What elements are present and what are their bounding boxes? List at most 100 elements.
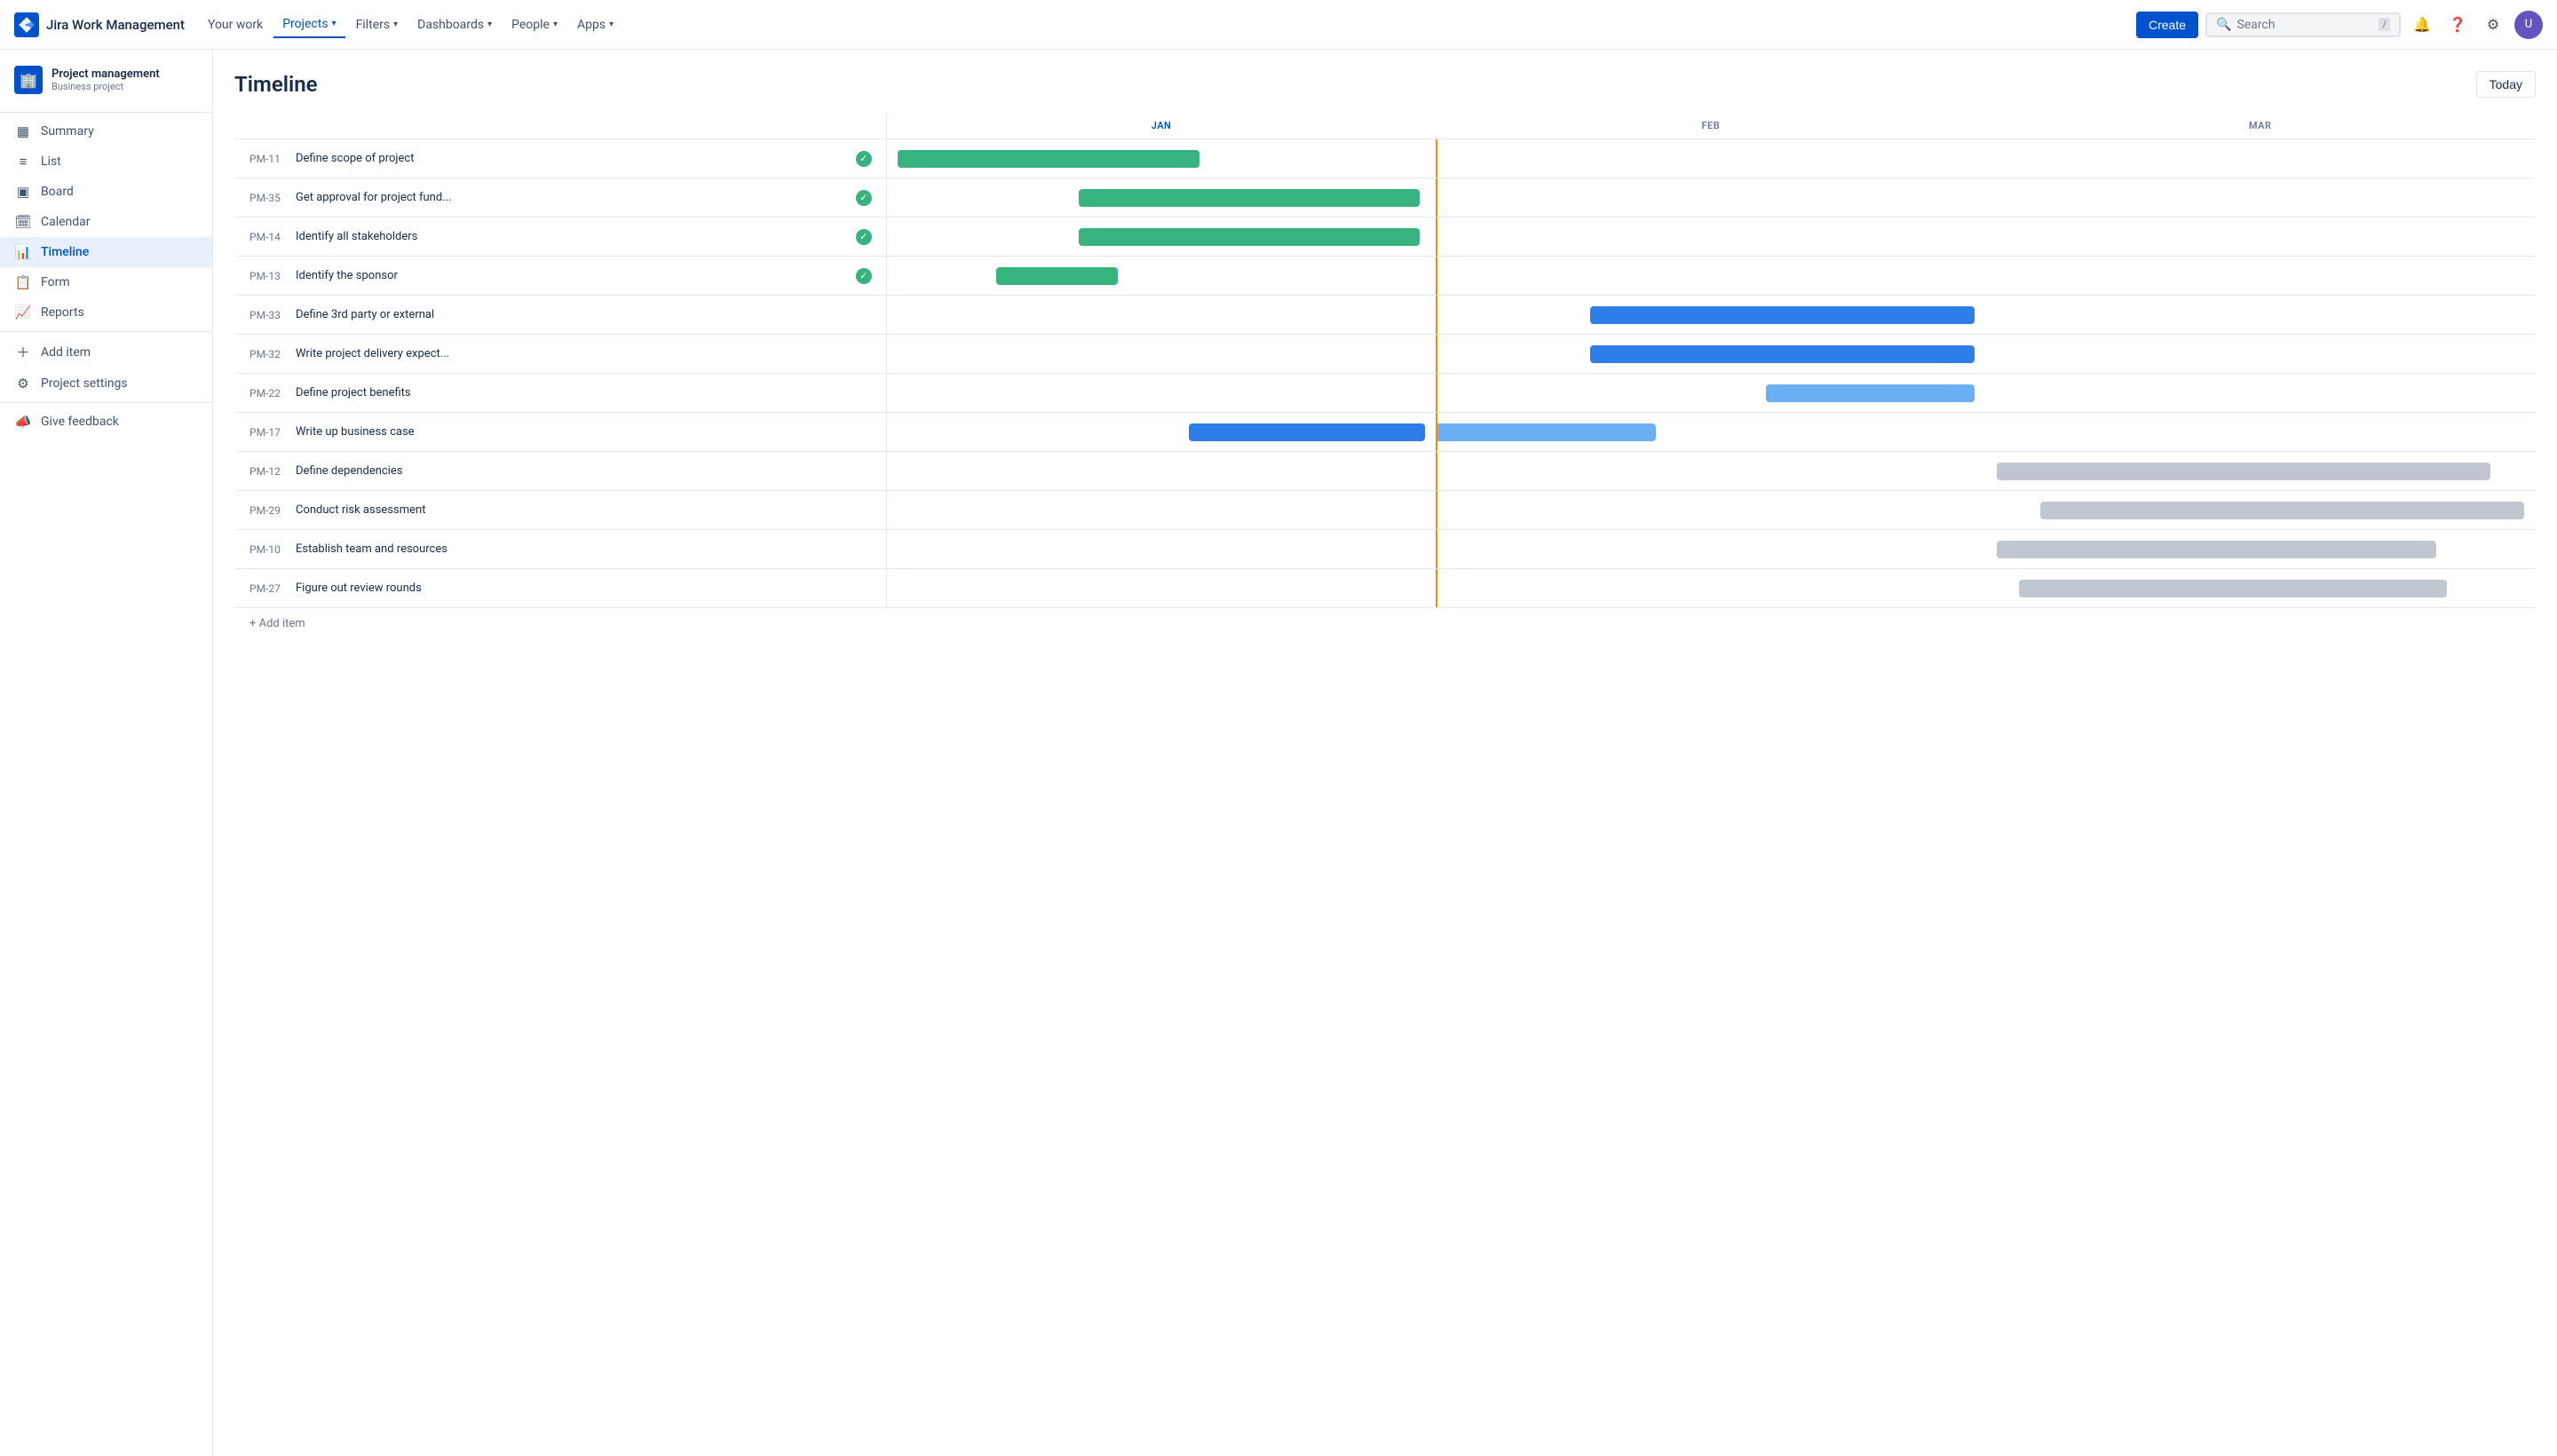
logo[interactable]: Jira Work Management — [14, 12, 185, 37]
layout: 🏢 Project management Business project ▦ … — [0, 50, 2557, 1456]
col-mar: MAR — [1985, 113, 2535, 139]
table-row[interactable]: PM-13Identify the sponsor✓ — [235, 257, 2536, 296]
task-cell: PM-35Get approval for project fund...✓ — [235, 178, 887, 218]
nav-apps[interactable]: Apps ▾ — [568, 12, 622, 37]
gantt-cell-jan — [886, 296, 1436, 335]
gantt-cell-feb — [1436, 218, 1985, 257]
task-id: PM-32 — [249, 348, 289, 360]
gantt-cell-feb — [1436, 178, 1985, 218]
gantt-bar[interactable] — [1766, 384, 1975, 402]
list-icon: ≡ — [14, 154, 32, 170]
sidebar-item-label: Give feedback — [41, 415, 119, 429]
sidebar-project: 🏢 Project management Business project — [0, 57, 212, 108]
notifications-button[interactable]: 🔔 — [2408, 11, 2436, 39]
today-line — [1436, 374, 1437, 412]
calendar-icon: 🗓 — [14, 214, 32, 230]
table-row[interactable]: PM-11Define scope of project✓ — [235, 139, 2536, 178]
gantt-cell-feb — [1436, 452, 1985, 491]
sidebar-item-timeline[interactable]: 📊 Timeline — [0, 237, 212, 267]
sidebar-divider-3 — [0, 402, 212, 403]
sidebar-item-list[interactable]: ≡ List — [0, 146, 212, 177]
gantt-bar[interactable] — [1997, 463, 2491, 480]
task-cell: PM-11Define scope of project✓ — [235, 139, 887, 178]
gantt-bar[interactable] — [2019, 580, 2448, 597]
sidebar-item-calendar[interactable]: 🗓 Calendar — [0, 207, 212, 237]
table-row[interactable]: PM-17 Write up business case — [235, 413, 2536, 452]
table-row[interactable]: PM-14Identify all stakeholders✓ — [235, 218, 2536, 257]
today-line — [1436, 257, 1437, 295]
gantt-bar[interactable] — [1997, 541, 2436, 558]
today-line — [1436, 491, 1437, 529]
gantt-bar[interactable] — [898, 150, 1199, 168]
table-row[interactable]: PM-27Figure out review rounds — [235, 569, 2536, 608]
table-row[interactable]: PM-29 Conduct risk assessment — [235, 491, 2536, 530]
sidebar-item-project-settings[interactable]: ⚙ Project settings — [0, 368, 212, 399]
nav-your-work[interactable]: Your work — [199, 12, 272, 37]
project-type: Business project — [51, 81, 160, 92]
table-row[interactable]: PM-33Define 3rd party or external — [235, 296, 2536, 335]
table-row[interactable]: PM-22Define project benefits — [235, 374, 2536, 413]
dashboards-chevron-icon: ▾ — [487, 20, 492, 29]
filters-chevron-icon: ▾ — [393, 20, 398, 29]
task-cell: PM-13Identify the sponsor✓ — [235, 257, 887, 296]
summary-icon: ▦ — [14, 123, 32, 139]
help-button[interactable]: ❓ — [2443, 11, 2472, 39]
gantt-cell-mar — [1985, 452, 2535, 491]
task-id: PM-29 — [249, 504, 289, 517]
gantt-bar[interactable] — [1189, 423, 1425, 441]
task-cell: PM-12Define dependencies — [235, 452, 887, 491]
add-item-cell: + Add item — [235, 608, 2536, 640]
sidebar-item-label: List — [41, 154, 61, 169]
add-item-button[interactable]: + Add item — [249, 617, 2521, 630]
sidebar-item-label: Summary — [41, 124, 94, 138]
gantt-bar[interactable] — [1079, 228, 1420, 246]
task-name: Define dependencies — [296, 464, 872, 478]
today-line — [1436, 530, 1437, 568]
task-name: Define scope of project — [296, 152, 849, 165]
table-row[interactable]: PM-35Get approval for project fund...✓ — [235, 178, 2536, 218]
search-box[interactable]: 🔍 Search / — [2205, 12, 2401, 37]
sidebar-item-board[interactable]: ▣ Board — [0, 177, 212, 207]
today-button[interactable]: Today — [2476, 71, 2536, 98]
task-name: Write up business case — [296, 425, 872, 439]
gantt-bar[interactable] — [1590, 306, 1975, 324]
gantt-bar[interactable] — [996, 267, 1117, 285]
topnav-nav: Your work Projects ▾ Filters ▾ Dashboard… — [199, 12, 2129, 38]
sidebar-item-give-feedback[interactable]: 📣 Give feedback — [0, 407, 212, 437]
create-button[interactable]: Create — [2136, 12, 2198, 38]
task-name: Conduct risk assessment — [296, 503, 872, 517]
task-name: Establish team and resources — [296, 542, 872, 556]
task-name: Identify all stakeholders — [296, 230, 849, 243]
task-cell: PM-17 Write up business case — [235, 413, 887, 452]
today-line — [1436, 569, 1437, 607]
gantt-bar[interactable] — [2040, 502, 2523, 519]
sidebar-item-reports[interactable]: 📈 Reports — [0, 297, 212, 328]
sidebar-item-form[interactable]: 📋 Form — [0, 267, 212, 297]
add-item-icon: ＋ — [14, 343, 32, 361]
projects-chevron-icon: ▾ — [332, 19, 336, 28]
timeline-area[interactable]: JAN FEB MAR PM-11Define scope of project… — [213, 112, 2557, 1456]
gantt-bar[interactable] — [1590, 345, 1975, 363]
gantt-cell-jan — [886, 257, 1436, 296]
settings-button[interactable]: ⚙ — [2479, 11, 2507, 39]
gantt-cell-mar — [1985, 257, 2535, 296]
add-item-row[interactable]: + Add item — [235, 608, 2536, 640]
table-row[interactable]: PM-32Write project delivery expect... — [235, 335, 2536, 374]
avatar[interactable]: U — [2514, 11, 2543, 39]
task-id: PM-17 — [249, 426, 289, 439]
gantt-cell-mar — [1985, 569, 2535, 608]
nav-people[interactable]: People ▾ — [503, 12, 566, 37]
table-row[interactable]: PM-12Define dependencies — [235, 452, 2536, 491]
col-jan: JAN — [886, 113, 1436, 139]
sidebar-item-add-item[interactable]: ＋ Add item — [0, 336, 212, 368]
table-row[interactable]: PM-10Establish team and resources — [235, 530, 2536, 569]
nav-projects[interactable]: Projects ▾ — [273, 12, 344, 38]
task-cell: PM-33Define 3rd party or external — [235, 296, 887, 335]
task-id: PM-14 — [249, 231, 289, 243]
gantt-bar[interactable] — [1436, 423, 1656, 441]
page-title: Timeline — [234, 72, 318, 97]
gantt-bar[interactable] — [1079, 189, 1420, 207]
nav-filters[interactable]: Filters ▾ — [347, 12, 408, 37]
sidebar-item-summary[interactable]: ▦ Summary — [0, 116, 212, 146]
nav-dashboards[interactable]: Dashboards ▾ — [408, 12, 501, 37]
